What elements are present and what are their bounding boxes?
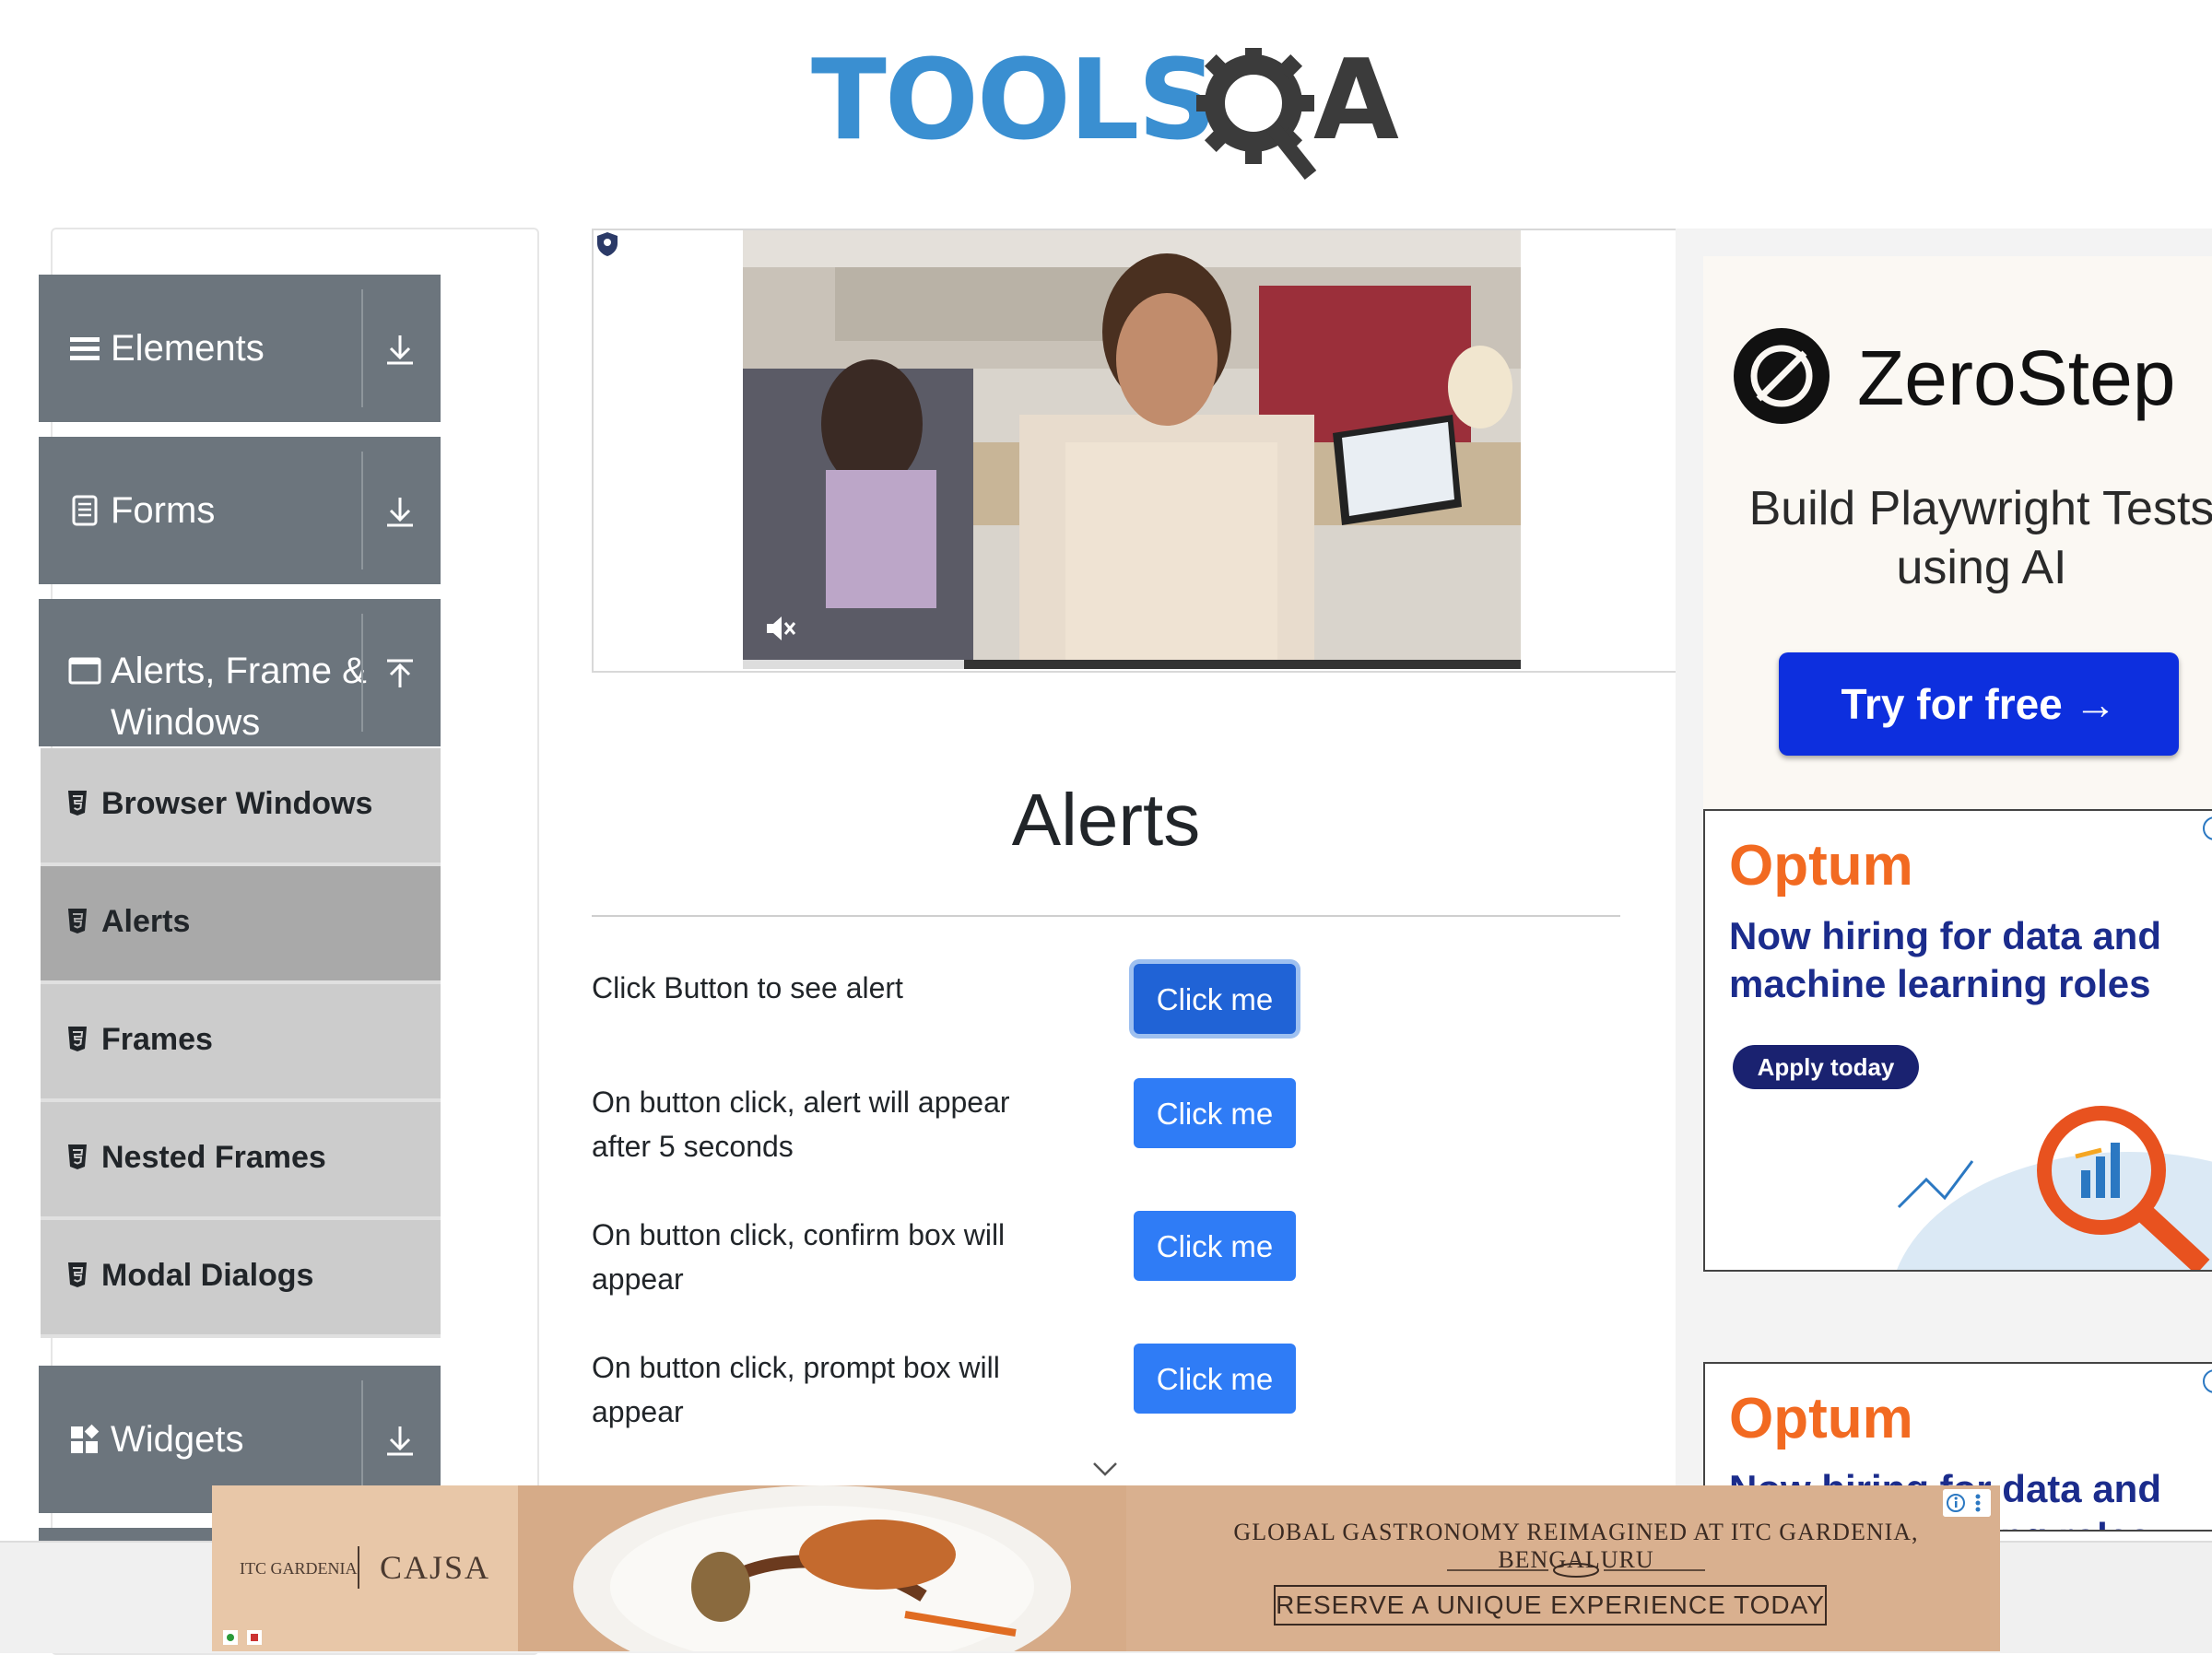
group-title: Elements bbox=[111, 328, 265, 369]
site-header: TOOLS A bbox=[0, 0, 2212, 212]
privacy-shield-icon[interactable] bbox=[594, 230, 621, 258]
timer-alert-button[interactable]: Click me bbox=[1134, 1078, 1296, 1148]
brand-divider bbox=[358, 1546, 359, 1589]
download-arrow-icon[interactable] bbox=[382, 1423, 418, 1460]
sidebar-item-label: Alerts bbox=[101, 904, 191, 939]
cajsa-logo: CAJSA bbox=[380, 1549, 491, 1586]
optum-ad[interactable]: Optum Now hiring for data and machine le… bbox=[1703, 809, 2212, 1272]
sidebar-item-label: Modal Dialogs bbox=[101, 1258, 314, 1293]
optum-headline: Now hiring for data and machine learning… bbox=[1729, 914, 2161, 1005]
itc-gardenia-logo: ITC GARDENIA bbox=[240, 1559, 358, 1578]
group-title: Forms bbox=[111, 490, 216, 531]
office-scene-image bbox=[743, 230, 1521, 669]
html5-icon bbox=[68, 1262, 87, 1287]
download-arrow-icon[interactable] bbox=[382, 332, 418, 369]
document-icon bbox=[72, 495, 98, 526]
group-title-line2: Windows bbox=[111, 702, 261, 743]
confirm-row-label: On button click, confirm box will appear bbox=[592, 1218, 1006, 1296]
group-title: Alerts, Frame & bbox=[111, 651, 367, 691]
prompt-button[interactable]: Click me bbox=[1134, 1344, 1296, 1414]
food-plate-image bbox=[518, 1485, 1126, 1651]
confirm-button[interactable]: Click me bbox=[1134, 1211, 1296, 1281]
hamburger-icon bbox=[70, 337, 100, 360]
group-separator bbox=[361, 1380, 363, 1498]
title-divider bbox=[592, 915, 1620, 917]
logo-suffix: A bbox=[1313, 37, 1399, 165]
sidebar-item-nested-frames[interactable]: Nested Frames bbox=[41, 1102, 441, 1220]
reserve-experience-button[interactable]: RESERVE A UNIQUE EXPERIENCE TODAY bbox=[1274, 1585, 1827, 1626]
group-title: Widgets bbox=[111, 1419, 244, 1460]
page-title: Alerts bbox=[1011, 779, 1201, 861]
chevron-down-icon[interactable] bbox=[1090, 1454, 1120, 1484]
group-separator bbox=[361, 452, 363, 569]
muted-speaker-icon[interactable] bbox=[761, 610, 798, 647]
sidebar-item-label: Frames bbox=[101, 1022, 213, 1057]
sidebar-group-alerts-frame-windows[interactable]: Alerts, Frame & Windows bbox=[39, 599, 441, 746]
optum-brand: Optum bbox=[1729, 834, 1913, 898]
group-separator bbox=[361, 289, 363, 407]
download-arrow-icon[interactable] bbox=[382, 494, 418, 531]
sidebar-group-forms[interactable]: Forms bbox=[39, 437, 441, 584]
group-separator bbox=[361, 614, 363, 732]
widgets-icon bbox=[71, 1424, 100, 1453]
sidebar-item-alerts[interactable]: Alerts bbox=[41, 866, 441, 984]
toolsqa-logo[interactable]: TOOLS A bbox=[811, 28, 1410, 180]
sidebar-item-label: Nested Frames bbox=[101, 1140, 326, 1175]
window-icon bbox=[68, 657, 101, 685]
html5-icon bbox=[68, 909, 87, 933]
try-for-free-button[interactable]: Try for free → bbox=[1779, 652, 2179, 756]
gear-icon bbox=[1196, 48, 1317, 180]
ad-choices-icon[interactable] bbox=[221, 1629, 267, 1646]
timer-alert-row-label: On button click, alert will appear after… bbox=[592, 1086, 1010, 1163]
ornament-divider bbox=[1447, 1563, 1705, 1578]
logo-text: TOOLS bbox=[811, 37, 1218, 165]
bottom-banner-ad[interactable]: ITC GARDENIA CAJSA GLOBAL GASTRONOMY REI… bbox=[212, 1485, 2000, 1651]
upload-arrow-icon[interactable] bbox=[382, 656, 418, 693]
sidebar-item-browser-windows[interactable]: Browser Windows bbox=[41, 748, 441, 866]
video-ad[interactable] bbox=[743, 230, 1521, 669]
ad-info-icon[interactable]: i bbox=[2203, 816, 2212, 840]
sidebar-group-elements[interactable]: Elements bbox=[39, 275, 441, 422]
optum-illustration bbox=[1897, 1106, 2212, 1270]
zerostep-tagline: Build Playwright Tests using AI bbox=[1748, 482, 2212, 594]
zerostep-logo-icon bbox=[1734, 328, 1830, 424]
html5-icon bbox=[68, 1144, 87, 1169]
zerostep-brand: ZeroStep bbox=[1857, 335, 2176, 421]
alert-row-label: Click Button to see alert bbox=[592, 971, 903, 1004]
html5-icon bbox=[68, 1027, 87, 1051]
ad-info-icon[interactable]: i bbox=[2203, 1369, 2212, 1393]
ad-brand-panel: ITC GARDENIA CAJSA bbox=[212, 1485, 518, 1651]
html5-icon bbox=[68, 791, 87, 816]
sidebar-item-frames[interactable]: Frames bbox=[41, 984, 441, 1102]
sidebar-item-modal-dialogs[interactable]: Modal Dialogs bbox=[41, 1220, 441, 1338]
sidebar-item-label: Browser Windows bbox=[101, 786, 373, 821]
optum-brand: Optum bbox=[1729, 1387, 1913, 1450]
prompt-row-label: On button click, prompt box will appear bbox=[592, 1351, 1000, 1428]
ad-info-icon[interactable] bbox=[1943, 1489, 1991, 1517]
alert-button[interactable]: Click me bbox=[1134, 964, 1296, 1034]
